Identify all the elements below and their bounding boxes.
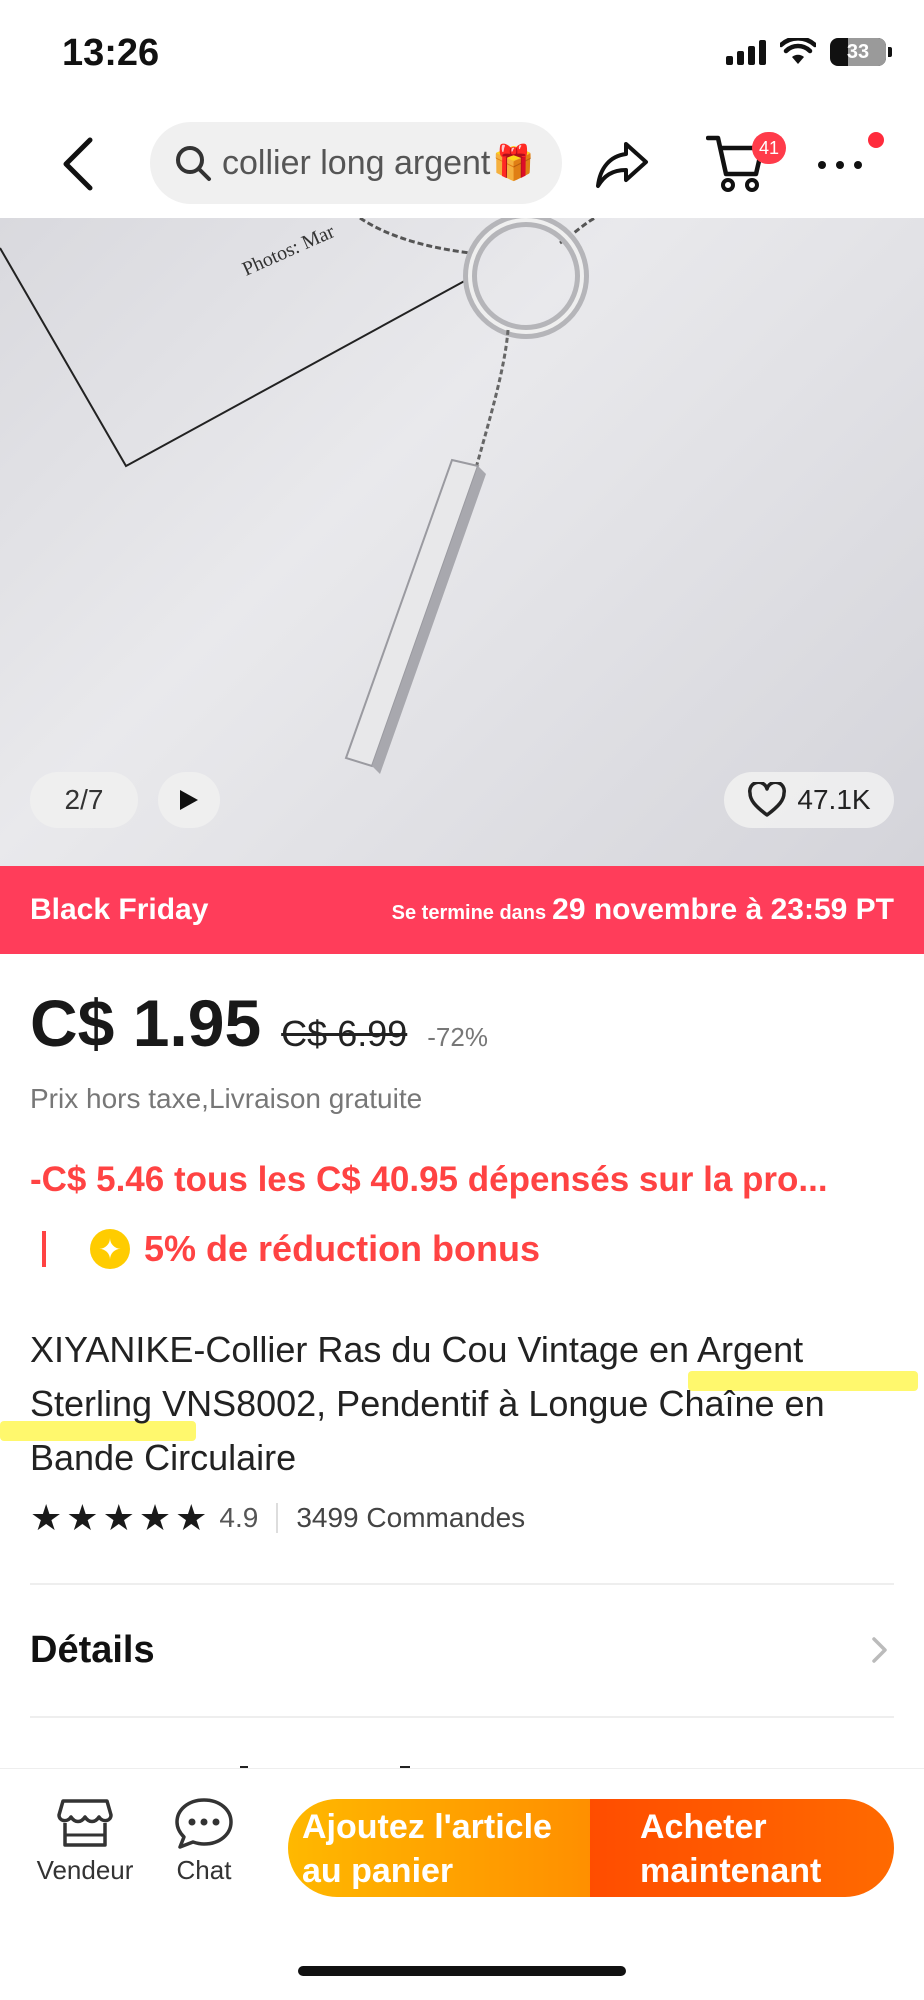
store-icon [57, 1799, 113, 1847]
necklace-photo: Photos: Mar [0, 218, 596, 774]
chat-button[interactable]: Chat [160, 1797, 248, 1897]
cellular-signal-icon [726, 39, 766, 65]
play-video-button[interactable] [158, 772, 220, 828]
bonus-divider [42, 1231, 46, 1267]
home-indicator [298, 1966, 626, 1976]
chevron-right-icon [872, 1637, 887, 1663]
more-menu-button[interactable] [818, 150, 862, 180]
star-icon: ★ [175, 1497, 208, 1538]
photo-watermark-text: Photos: Mar [239, 220, 338, 280]
status-icons: 33 [726, 38, 892, 66]
search-bar[interactable]: collier long argent 🎁 [150, 122, 562, 204]
price-row: C$ 1.95 C$ 6.99 -72% [30, 985, 488, 1061]
image-counter: 2/7 [30, 772, 138, 828]
store-promo[interactable]: -C$ 5.46 tous les C$ 40.95 dépensés sur … [30, 1160, 890, 1200]
rating-value: 4.9 [219, 1502, 259, 1533]
play-icon [180, 790, 198, 810]
battery-icon: 33 [830, 38, 892, 66]
buy-now-line2: maintenant [640, 1852, 822, 1890]
vendor-label: Vendeur [36, 1855, 134, 1885]
buy-now-line1: Acheter [640, 1808, 767, 1846]
star-icon: ★ [138, 1497, 172, 1538]
cta-buttons: Ajoutez l'article au panier Acheter main… [288, 1799, 894, 1897]
like-count: 47.1K [797, 784, 871, 815]
back-arrow-icon [63, 137, 93, 191]
status-time: 13:26 [62, 32, 160, 74]
search-icon [176, 146, 211, 181]
vendor-button[interactable]: Vendeur [30, 1797, 140, 1897]
share-button[interactable] [594, 138, 650, 190]
cart-count-badge: 41 [752, 132, 786, 164]
banner-ends-date: 29 novembre à 23:59 PT [552, 893, 894, 926]
star-icon: ★ [66, 1497, 99, 1538]
coin-icon: ✦ [90, 1229, 130, 1269]
details-label: Détails [30, 1628, 155, 1671]
tax-shipping-note: Prix hors taxe,Livraison gratuite [30, 1083, 423, 1114]
search-query: collier long argent [222, 143, 491, 182]
black-friday-banner: Black Friday Se termine dans 29 novembre… [0, 866, 924, 954]
wifi-icon [780, 38, 816, 64]
gift-emoji: 🎁 [492, 144, 535, 182]
add-to-cart-line1: Ajoutez l'article [302, 1808, 552, 1846]
battery-level: 33 [846, 40, 870, 63]
share-icon [596, 142, 648, 188]
add-to-cart-line2: au panier [302, 1852, 454, 1890]
details-row[interactable]: Détails [30, 1585, 894, 1715]
notification-dot [868, 132, 884, 148]
wishlist-button[interactable]: 47.1K [724, 772, 894, 828]
status-bar: 13:26 33 [0, 0, 924, 110]
heart-icon [748, 782, 787, 817]
banner-title: Black Friday [30, 893, 209, 926]
back-button[interactable] [60, 134, 108, 194]
bonus-text: 5% de réduction bonus [144, 1228, 541, 1269]
chat-label: Chat [176, 1855, 232, 1885]
product-title: XIYANIKE-Collier Ras du Cou Vintage en A… [30, 1329, 825, 1478]
chat-bubble-icon [175, 1798, 233, 1849]
star-icon: ★ [102, 1497, 135, 1538]
orders-count: 3499 Commandes [296, 1502, 526, 1533]
rating-separator [276, 1503, 279, 1533]
bonus-discount[interactable]: ✦ 5% de réduction bonus [42, 1228, 540, 1270]
buy-now-button[interactable]: Acheter maintenant [590, 1799, 894, 1897]
product-image[interactable]: Photos: Mar 2/7 47.1K [0, 218, 924, 866]
current-price: C$ 1.95 [30, 986, 262, 1060]
banner-ends-prefix: Se termine dans [391, 902, 547, 924]
star-rating: ★ ★ ★ ★ ★ [30, 1500, 207, 1536]
top-nav: collier long argent 🎁 41 [0, 110, 924, 218]
add-to-cart-button[interactable]: Ajoutez l'article au panier [288, 1799, 590, 1897]
banner-countdown: Se termine dans 29 novembre à 23:59 PT [392, 893, 894, 927]
star-icon: ★ [30, 1497, 63, 1538]
divider [30, 1716, 894, 1718]
discount-percent: -72% [427, 1022, 488, 1052]
original-price: C$ 6.99 [281, 1013, 408, 1054]
rating-row[interactable]: ★ ★ ★ ★ ★ 4.9 3499 Commandes [30, 1500, 525, 1536]
